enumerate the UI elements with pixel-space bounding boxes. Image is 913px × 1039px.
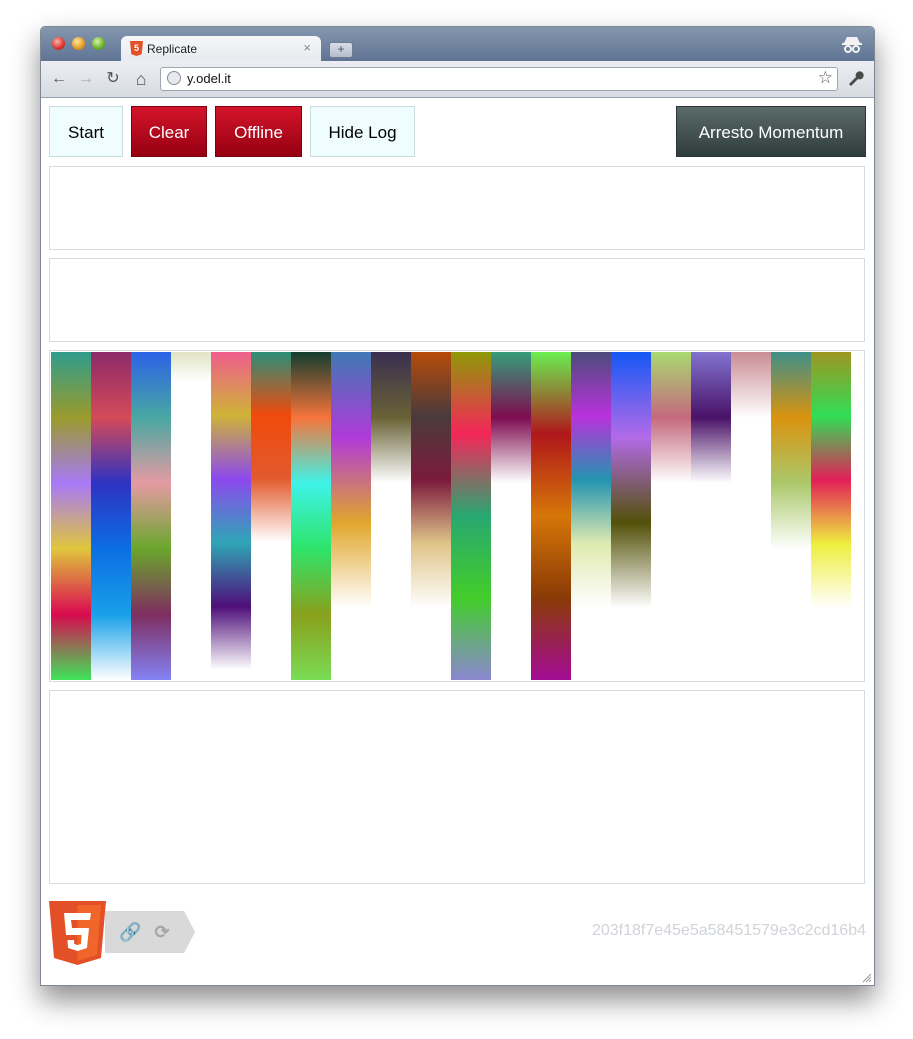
tab-title: Replicate <box>147 42 198 56</box>
page-content: Start Clear Offline Hide Log Arresto Mom… <box>41 98 874 985</box>
offline-button[interactable]: Offline <box>215 106 302 157</box>
globe-icon <box>167 71 181 85</box>
footer: 🔗 ⟳ 203f18f7e45e5a58451579e3c2cd16b4 <box>41 898 874 968</box>
bookmark-star-icon[interactable]: ☆ <box>818 68 833 88</box>
html5-logo <box>49 901 106 965</box>
color-bar <box>651 352 691 483</box>
wrench-icon[interactable] <box>846 69 864 87</box>
color-bar <box>91 352 131 680</box>
url-text: y.odel.it <box>187 71 231 86</box>
color-bar <box>291 352 331 680</box>
hide-log-button[interactable]: Hide Log <box>310 106 415 157</box>
title-bar: 5 Replicate × + <box>41 27 874 62</box>
clear-button[interactable]: Clear <box>131 106 207 157</box>
log-panel-1 <box>49 166 865 250</box>
color-bar <box>331 352 371 608</box>
color-bar <box>131 352 171 680</box>
connectivity-icon: 🔗 <box>119 922 142 942</box>
new-tab-button[interactable]: + <box>329 42 353 58</box>
color-bar <box>451 352 491 680</box>
minimize-window-button[interactable] <box>72 37 85 50</box>
arresto-momentum-button[interactable]: Arresto Momentum <box>676 106 866 157</box>
html5-icon: 5 <box>130 41 143 56</box>
color-bar <box>51 352 91 680</box>
color-bar <box>811 352 851 608</box>
tab-close-icon[interactable]: × <box>303 40 311 55</box>
color-bar <box>531 352 571 680</box>
reload-icon[interactable]: ↻ <box>103 69 123 89</box>
color-bar <box>411 352 451 608</box>
back-arrow-icon[interactable]: ← <box>49 69 69 89</box>
color-bar <box>371 352 411 483</box>
browser-toolbar: ← → ↻ ⌂ y.odel.it ☆ <box>41 61 874 98</box>
address-bar[interactable]: y.odel.it ☆ <box>160 67 838 91</box>
forward-arrow-icon[interactable]: → <box>76 69 96 89</box>
color-bar <box>211 352 251 670</box>
output-panel <box>49 690 865 884</box>
color-bars <box>51 352 863 681</box>
color-bar <box>571 352 611 608</box>
color-bar <box>731 352 771 418</box>
zoom-window-button[interactable] <box>92 37 105 50</box>
color-bar <box>171 352 211 411</box>
feature-badge: 🔗 ⟳ <box>105 911 195 953</box>
session-hash: 203f18f7e45e5a58451579e3c2cd16b4 <box>591 922 866 939</box>
start-button[interactable]: Start <box>49 106 123 157</box>
color-bar <box>491 352 531 483</box>
log-panel-2 <box>49 258 865 342</box>
color-bar <box>771 352 811 549</box>
close-window-button[interactable] <box>52 37 65 50</box>
color-bar <box>611 352 651 608</box>
semantics-icon: ⟳ <box>154 922 170 942</box>
color-bar <box>691 352 731 483</box>
home-icon[interactable]: ⌂ <box>131 69 151 89</box>
browser-window: 5 Replicate × + ← → ↻ ⌂ y.odel.it ☆ Star… <box>40 26 875 986</box>
color-bar <box>251 352 291 542</box>
color-bars-panel <box>49 350 865 682</box>
resize-grip-icon[interactable] <box>862 973 872 983</box>
incognito-icon <box>842 37 862 53</box>
tab-replicate[interactable]: 5 Replicate × <box>121 36 321 62</box>
